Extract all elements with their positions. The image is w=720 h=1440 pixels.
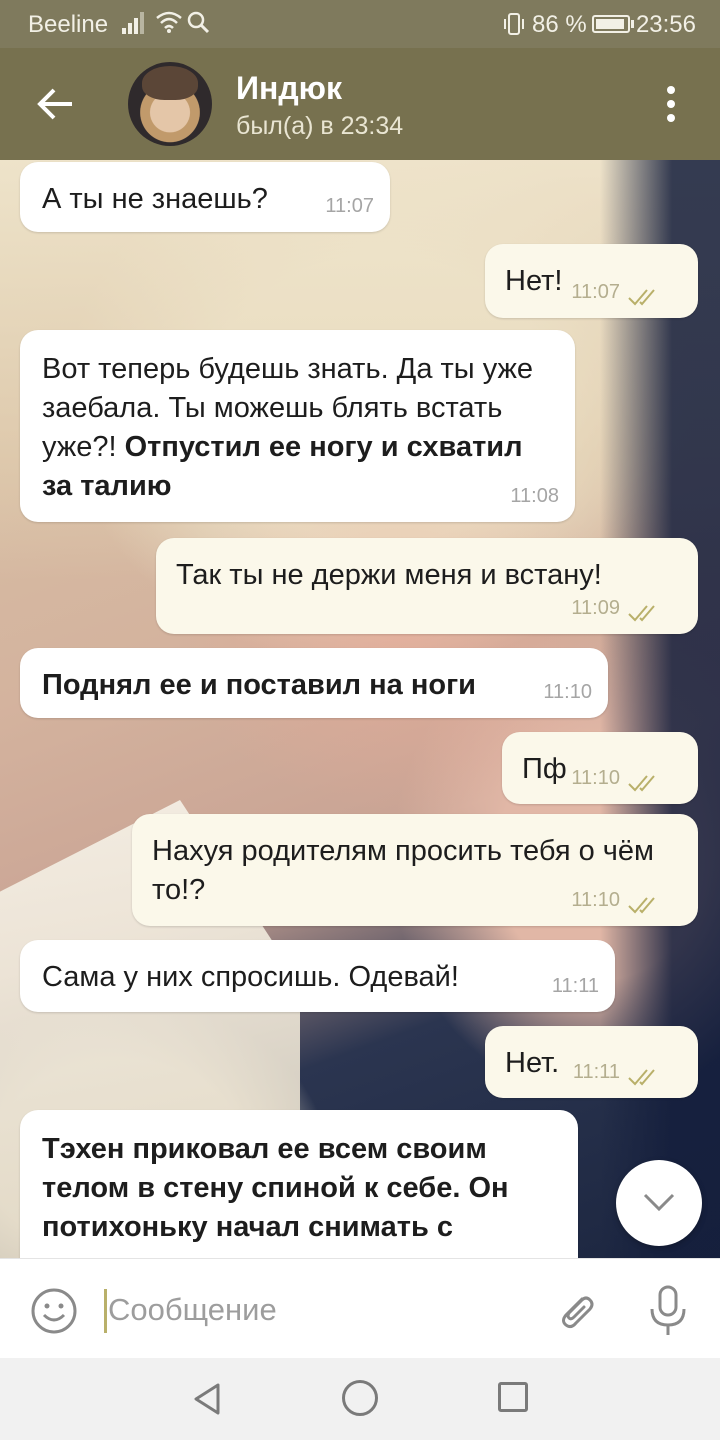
message-incoming[interactable]: Поднял ее и поставил на ноги 11:10	[20, 648, 608, 718]
text-cursor	[104, 1289, 107, 1333]
message-outgoing[interactable]: Нет. 11:11	[485, 1026, 698, 1098]
avatar[interactable]	[128, 62, 212, 146]
last-seen-status: был(а) в 23:34	[236, 112, 404, 140]
attach-icon[interactable]	[552, 1287, 600, 1335]
message-incoming[interactable]: Вот теперь будешь знать. Да ты уже заеба…	[20, 330, 575, 522]
message-time: 11:08	[510, 485, 559, 507]
battery-percent: 86 %	[532, 11, 587, 38]
back-arrow-icon[interactable]	[32, 80, 80, 128]
message-time: 11:09	[571, 597, 620, 619]
contact-name[interactable]: Индюк	[236, 70, 342, 107]
read-check-icon	[628, 605, 655, 622]
message-text: Пф	[522, 753, 567, 785]
message-outgoing[interactable]: Нет! 11:07	[485, 244, 698, 318]
message-text: А ты не знаешь?	[42, 183, 268, 215]
emoji-icon[interactable]	[30, 1287, 78, 1335]
message-time: 11:10	[543, 681, 592, 703]
read-check-icon	[628, 775, 655, 792]
carrier-name: Beeline	[28, 11, 109, 38]
read-check-icon	[628, 289, 655, 306]
clock: 23:56	[635, 11, 696, 38]
message-text: Нет.	[505, 1047, 560, 1079]
read-check-icon	[628, 1069, 655, 1086]
chevron-down-icon	[643, 1193, 675, 1212]
message-time: 11:11	[572, 1061, 620, 1083]
message-composer	[0, 1258, 720, 1358]
scroll-down-button[interactable]	[616, 1160, 702, 1246]
battery-icon	[592, 15, 634, 33]
nav-home-icon[interactable]	[342, 1380, 378, 1416]
nav-back-icon[interactable]	[190, 1382, 224, 1416]
chat-header: Индюк был(а) в 23:34	[0, 48, 720, 160]
message-outgoing[interactable]: Так ты не держи меня и встану! 11:09	[156, 538, 698, 634]
signal-icon	[122, 12, 146, 34]
message-input[interactable]	[108, 1285, 528, 1335]
message-time: 11:07	[571, 281, 620, 303]
read-check-icon	[628, 897, 655, 914]
chat-area[interactable]: А ты не знаешь? 11:07 Нет! 11:07 Вот теп…	[0, 160, 720, 1258]
message-time: 11:10	[571, 767, 620, 789]
message-text: Сама у них спросишь. Одевай!	[42, 961, 459, 993]
message-text: Нет!	[505, 265, 563, 297]
message-outgoing[interactable]: Нахуя родителям просить тебя о чём то!? …	[132, 814, 698, 926]
message-incoming[interactable]: А ты не знаешь? 11:07	[20, 162, 390, 232]
message-incoming[interactable]: Сама у них спросишь. Одевай! 11:11	[20, 940, 615, 1012]
vibrate-icon	[504, 13, 524, 35]
mic-icon[interactable]	[646, 1285, 690, 1337]
status-bar: Beeline 86 % 23:56	[0, 0, 720, 48]
message-outgoing[interactable]: Пф 11:10	[502, 732, 698, 804]
system-nav-bar	[0, 1358, 720, 1440]
message-incoming[interactable]: Тэхен приковал ее всем своим телом в сте…	[20, 1110, 578, 1258]
message-action-text: Тэхен приковал ее всем своим телом в сте…	[42, 1133, 509, 1243]
message-time: 11:10	[571, 889, 620, 911]
message-text: Так ты не держи меня и встану!	[176, 559, 602, 591]
wifi-icon	[156, 11, 182, 33]
nav-recents-icon[interactable]	[498, 1382, 528, 1412]
more-vert-icon[interactable]	[656, 82, 686, 126]
message-time: 11:11	[551, 975, 599, 997]
message-time: 11:07	[325, 195, 374, 217]
message-action-text: Поднял ее и поставил на ноги	[42, 669, 476, 701]
search-icon	[187, 11, 210, 34]
